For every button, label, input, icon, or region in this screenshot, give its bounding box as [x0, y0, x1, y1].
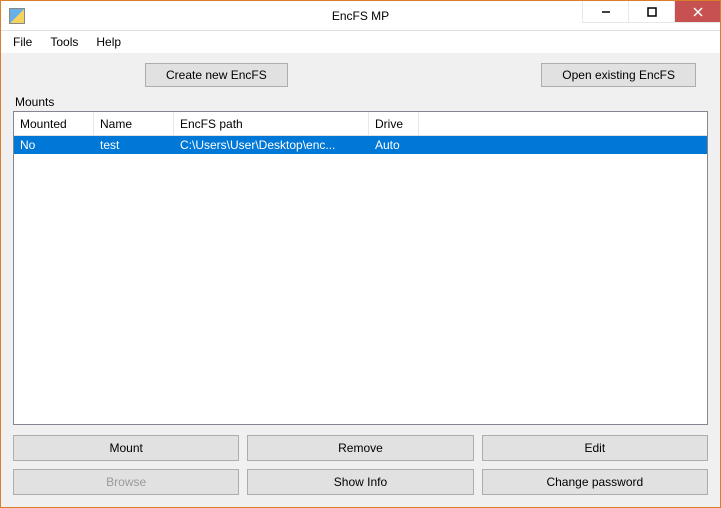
- maximize-icon: [647, 7, 657, 17]
- menu-tools[interactable]: Tools: [42, 33, 86, 51]
- window-title: EncFS MP: [332, 9, 389, 23]
- app-icon: [9, 8, 25, 24]
- column-header-drive[interactable]: Drive: [369, 112, 419, 135]
- menubar: File Tools Help: [1, 31, 720, 53]
- edit-button[interactable]: Edit: [482, 435, 708, 461]
- titlebar: EncFS MP: [1, 1, 720, 31]
- cell-mounted: No: [14, 138, 94, 152]
- close-icon: [693, 7, 703, 17]
- maximize-button[interactable]: [628, 1, 674, 23]
- minimize-icon: [601, 7, 611, 17]
- client-area: Create new EncFS Open existing EncFS Mou…: [1, 53, 720, 507]
- browse-button: Browse: [13, 469, 239, 495]
- mounts-label: Mounts: [13, 95, 708, 109]
- cell-path: C:\Users\User\Desktop\enc...: [174, 138, 369, 152]
- cell-drive: Auto: [369, 138, 419, 152]
- open-existing-encfs-button[interactable]: Open existing EncFS: [541, 63, 696, 87]
- column-header-spacer: [419, 112, 707, 135]
- menu-help[interactable]: Help: [88, 33, 129, 51]
- column-header-mounted[interactable]: Mounted: [14, 112, 94, 135]
- change-password-button[interactable]: Change password: [482, 469, 708, 495]
- create-new-encfs-button[interactable]: Create new EncFS: [145, 63, 288, 87]
- window-controls: [582, 1, 720, 23]
- column-header-name[interactable]: Name: [94, 112, 174, 135]
- minimize-button[interactable]: [582, 1, 628, 23]
- top-button-row: Create new EncFS Open existing EncFS: [13, 63, 708, 87]
- show-info-button[interactable]: Show Info: [247, 469, 473, 495]
- menu-file[interactable]: File: [5, 33, 40, 51]
- close-button[interactable]: [674, 1, 720, 23]
- listview-header: Mounted Name EncFS path Drive: [14, 112, 707, 136]
- mount-button[interactable]: Mount: [13, 435, 239, 461]
- bottom-button-grid: Mount Remove Edit Browse Show Info Chang…: [13, 435, 708, 495]
- remove-button[interactable]: Remove: [247, 435, 473, 461]
- cell-name: test: [94, 138, 174, 152]
- column-header-path[interactable]: EncFS path: [174, 112, 369, 135]
- listview-body: No test C:\Users\User\Desktop\enc... Aut…: [14, 136, 707, 424]
- table-row[interactable]: No test C:\Users\User\Desktop\enc... Aut…: [14, 136, 707, 154]
- mounts-listview[interactable]: Mounted Name EncFS path Drive No test C:…: [13, 111, 708, 425]
